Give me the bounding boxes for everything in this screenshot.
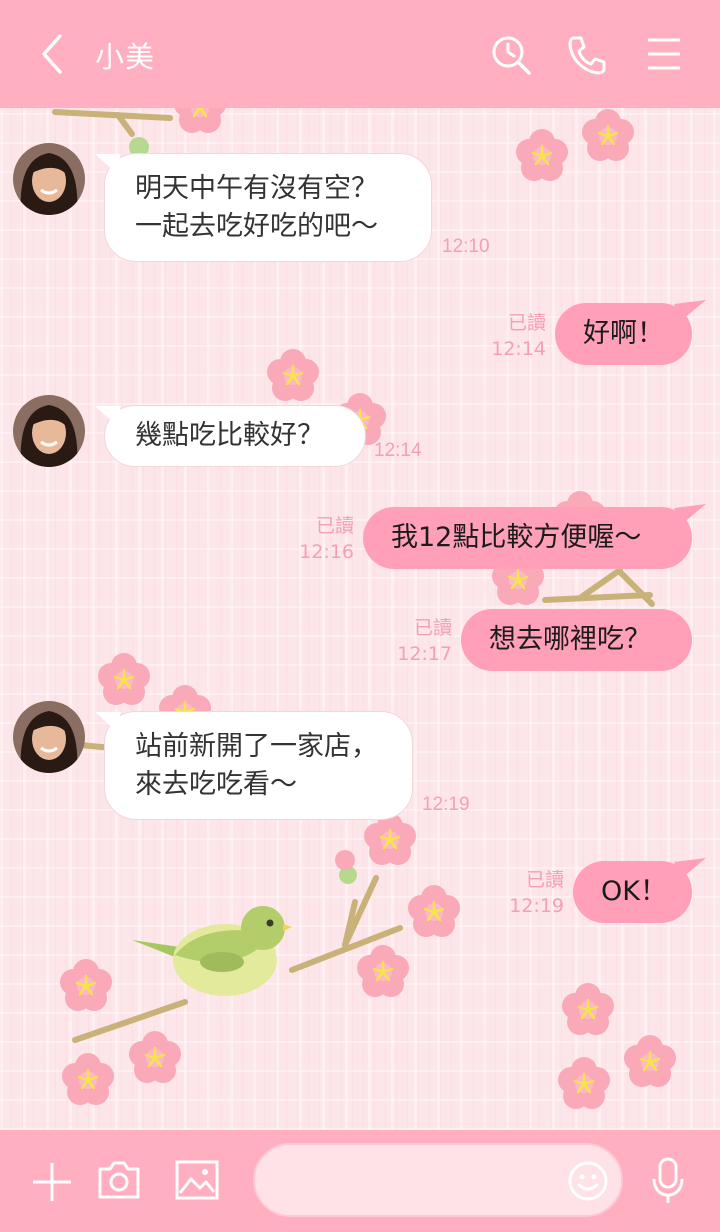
message-timestamp: 12:19: [509, 895, 564, 917]
mic-icon[interactable]: [650, 1156, 686, 1206]
avatar-photo-icon: [13, 701, 85, 773]
read-label: 已讀: [525, 869, 564, 891]
image-icon[interactable]: [174, 1159, 220, 1201]
bubble-tail: [674, 504, 706, 524]
message-input[interactable]: [279, 1161, 553, 1201]
message-bubble-incoming[interactable]: 幾點吃比較好？: [95, 405, 366, 467]
message-text: 明天中午有沒有空？ 一起去吃好吃的吧〜: [135, 172, 378, 242]
bubble-tail: [95, 154, 121, 172]
contact-avatar[interactable]: [13, 395, 85, 467]
message-bubble-incoming[interactable]: 站前新開了一家店， 來去吃吃看〜: [95, 711, 413, 820]
read-receipt: 已讀 12:14: [490, 310, 546, 362]
bubble-tail: [95, 406, 121, 424]
read-label: 已讀: [507, 312, 546, 334]
contact-avatar[interactable]: [13, 701, 85, 773]
message-text: OK！: [601, 876, 667, 907]
avatar-photo-icon: [13, 395, 85, 467]
back-chevron-icon[interactable]: [36, 31, 66, 77]
message-input-box[interactable]: [253, 1143, 623, 1217]
camera-icon[interactable]: [96, 1159, 142, 1201]
bird-illustration: [132, 906, 292, 996]
message-timestamp: 12:10: [442, 236, 490, 257]
message-timestamp: 12:14: [374, 440, 422, 461]
input-bar: [0, 1130, 720, 1232]
message-text: 想去哪裡吃？: [489, 624, 651, 655]
message-bubble-incoming[interactable]: 明天中午有沒有空？ 一起去吃好吃的吧〜: [95, 153, 432, 262]
read-receipt: 已讀 12:17: [396, 615, 452, 667]
contact-avatar[interactable]: [13, 143, 85, 215]
message-bubble-outgoing[interactable]: 想去哪裡吃？: [461, 609, 692, 671]
message-timestamp: 12:14: [491, 338, 546, 360]
read-label: 已讀: [413, 617, 452, 639]
message-timestamp: 12:16: [299, 541, 354, 563]
chat-header: 小美: [0, 0, 720, 108]
read-label: 已讀: [315, 515, 354, 537]
emoji-icon[interactable]: [567, 1160, 609, 1202]
message-timestamp: 12:17: [397, 643, 452, 665]
bubble-tail: [674, 858, 706, 878]
plus-icon[interactable]: [30, 1160, 74, 1204]
message-text: 站前新開了一家店， 來去吃吃看〜: [135, 730, 378, 800]
message-timestamp: 12:19: [422, 794, 470, 815]
bubble-tail: [95, 712, 121, 730]
menu-icon[interactable]: [646, 37, 682, 71]
read-receipt: 已讀 12:19: [508, 867, 564, 919]
message-text: 幾點吃比較好？: [135, 420, 324, 451]
bubble-tail: [674, 300, 706, 320]
phone-icon[interactable]: [566, 34, 608, 76]
read-receipt: 已讀 12:16: [298, 513, 354, 565]
message-bubble-outgoing[interactable]: 好啊！: [555, 300, 706, 365]
message-text: 好啊！: [583, 318, 664, 349]
avatar-photo-icon: [13, 143, 85, 215]
message-bubble-outgoing[interactable]: 我12點比較方便喔〜: [363, 504, 706, 569]
chat-title: 小美: [95, 40, 156, 74]
message-bubble-outgoing[interactable]: OK！: [573, 858, 706, 923]
search-clock-icon[interactable]: [490, 34, 534, 78]
message-text: 我12點比較方便喔〜: [391, 522, 642, 553]
